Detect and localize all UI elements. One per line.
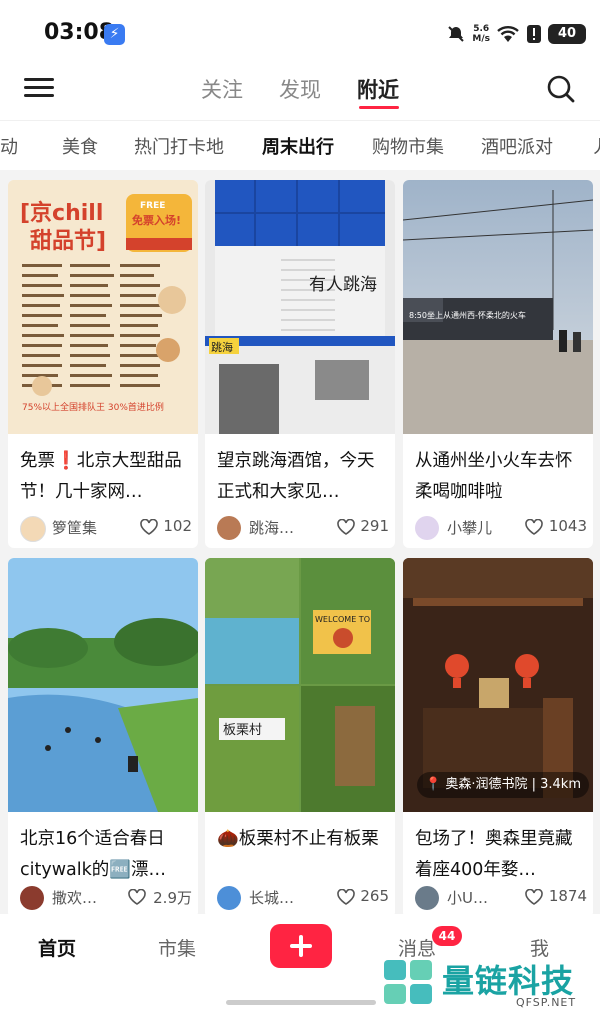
location-pin-icon: 📍 xyxy=(425,777,442,792)
home-indicator[interactable] xyxy=(226,1000,376,1005)
post-thumbnail[interactable]: 有人跳海 跳海 xyxy=(205,180,395,434)
watermark-subtext: QFSP.NET xyxy=(516,996,577,1009)
author-avatar[interactable] xyxy=(415,516,439,540)
like-count: 1043 xyxy=(548,517,587,535)
post-title[interactable]: 从通州坐小火车去怀柔喝咖啡啦 xyxy=(415,446,585,508)
post-footer: 小U… 1874 xyxy=(415,884,587,912)
svg-text:8:50坐上从通州西-怀柔北的火车: 8:50坐上从通州西-怀柔北的火车 xyxy=(409,310,526,320)
post-footer: 撒欢… 2.9万 xyxy=(20,884,192,912)
author-name[interactable]: 箩筐集 xyxy=(52,517,97,538)
svg-text:免票入场!: 免票入场! xyxy=(132,213,181,227)
tab-discover[interactable]: 发现 xyxy=(279,74,321,104)
post-card[interactable]: WELCOME TO 板栗村 🌰板栗村不止有板栗 长城… 265 xyxy=(205,558,395,914)
post-footer: 长城… 265 xyxy=(217,884,389,912)
author-name[interactable]: 长城… xyxy=(249,887,294,908)
location-name: 奥森·润德书院 xyxy=(445,777,528,792)
message-badge: 44 xyxy=(432,926,462,946)
nav-market[interactable]: 市集 xyxy=(158,934,196,961)
category-item[interactable]: 活动 xyxy=(0,133,18,159)
nav-home[interactable]: 首页 xyxy=(38,934,76,961)
svg-text:[京chill: [京chill xyxy=(20,200,103,226)
menu-icon[interactable] xyxy=(24,76,54,106)
category-item[interactable]: 热门打卡地 xyxy=(134,133,224,159)
svg-text:75%以上全国排队王 30%首进比例: 75%以上全国排队王 30%首进比例 xyxy=(22,401,164,413)
like-count: 265 xyxy=(360,887,389,905)
top-navigation: 关注 发现 附近 xyxy=(0,66,600,120)
svg-text:板栗村: 板栗村 xyxy=(223,723,262,738)
post-thumbnail[interactable]: WELCOME TO 板栗村 xyxy=(205,558,395,812)
author-avatar[interactable] xyxy=(20,886,44,910)
category-item[interactable]: 购物市集 xyxy=(372,133,444,159)
feed-grid: [京chill 甜品节] FREE 免票入场! 75%以上全国排队王 30%首进… xyxy=(0,170,600,914)
post-thumbnail[interactable] xyxy=(8,558,198,812)
alert-icon xyxy=(527,25,541,43)
publish-plus-button[interactable] xyxy=(270,924,332,968)
post-card[interactable]: 有人跳海 跳海 望京跳海酒馆，今天正式和大家见… 跳海… 291 xyxy=(205,180,395,548)
svg-text:有人跳海: 有人跳海 xyxy=(309,275,377,295)
category-bar: 活动 美食 热门打卡地 周末出行 购物市集 酒吧派对 丿 xyxy=(0,120,600,171)
location-distance: 3.4km xyxy=(540,777,581,792)
location-tag[interactable]: 📍 奥森·润德书院 | 3.4km xyxy=(417,772,589,798)
net-speed: 5.6 M/s xyxy=(472,24,490,44)
category-item[interactable]: 丿 xyxy=(590,133,600,159)
post-footer: 箩筐集 102 xyxy=(20,514,192,542)
svg-text:FREE: FREE xyxy=(140,201,165,211)
post-card[interactable]: 📍 奥森·润德书院 | 3.4km 包场了！奥森里竟藏着座400年婺… 小U… … xyxy=(403,558,593,914)
post-title[interactable]: 🌰板栗村不止有板栗 xyxy=(217,824,387,855)
tab-nearby[interactable]: 附近 xyxy=(357,74,399,104)
heart-icon[interactable] xyxy=(140,519,158,535)
heart-icon[interactable] xyxy=(337,519,355,535)
post-title[interactable]: 包场了！奥森里竟藏着座400年婺… xyxy=(415,824,585,886)
heart-icon[interactable] xyxy=(525,889,543,905)
post-title[interactable]: 免票❗北京大型甜品节！几十家网… xyxy=(20,446,190,508)
watermark: 量链科技 QFSP.NET xyxy=(376,954,598,1010)
post-footer: 小攀儿 1043 xyxy=(415,514,587,542)
like-count: 2.9万 xyxy=(153,889,192,907)
category-item-active[interactable]: 周末出行 xyxy=(262,133,334,159)
watermark-logo-icon xyxy=(384,960,432,1004)
post-card[interactable]: [京chill 甜品节] FREE 免票入场! 75%以上全国排队王 30%首进… xyxy=(8,180,198,548)
status-bar: 03:08 ⚡ 5.6 M/s 40 xyxy=(0,0,600,66)
category-item[interactable]: 美食 xyxy=(62,133,98,159)
author-avatar[interactable] xyxy=(20,516,46,542)
post-card[interactable]: 8:50坐上从通州西-怀柔北的火车 从通州坐小火车去怀柔喝咖啡啦 小攀儿 104… xyxy=(403,180,593,548)
post-card[interactable]: 北京16个适合春日citywalk的🆓漂… 撒欢… 2.9万 xyxy=(8,558,198,914)
svg-text:跳海: 跳海 xyxy=(211,340,233,354)
tab-following[interactable]: 关注 xyxy=(201,74,243,104)
post-footer: 跳海… 291 xyxy=(217,514,389,542)
heart-icon[interactable] xyxy=(128,889,146,905)
heart-icon[interactable] xyxy=(337,889,355,905)
like-count: 1874 xyxy=(548,887,587,905)
post-title[interactable]: 北京16个适合春日citywalk的🆓漂… xyxy=(20,824,190,886)
search-icon[interactable] xyxy=(546,74,576,104)
author-avatar[interactable] xyxy=(217,516,241,540)
mute-icon xyxy=(448,26,465,42)
heart-icon[interactable] xyxy=(525,519,543,535)
author-avatar[interactable] xyxy=(217,886,241,910)
author-name[interactable]: 撒欢… xyxy=(52,887,97,908)
app-notification-icon: ⚡ xyxy=(104,24,125,45)
author-name[interactable]: 小攀儿 xyxy=(447,517,492,538)
author-name[interactable]: 小U… xyxy=(447,887,488,908)
category-item[interactable]: 酒吧派对 xyxy=(481,133,553,159)
svg-text:WELCOME TO: WELCOME TO xyxy=(315,615,370,624)
post-thumbnail[interactable]: 8:50坐上从通州西-怀柔北的火车 xyxy=(403,180,593,434)
status-icons: 5.6 M/s 40 xyxy=(446,20,586,48)
wifi-icon xyxy=(497,26,519,42)
post-thumbnail[interactable]: 📍 奥森·润德书院 | 3.4km xyxy=(403,558,593,812)
active-tab-indicator xyxy=(359,106,399,109)
author-avatar[interactable] xyxy=(415,886,439,910)
author-name[interactable]: 跳海… xyxy=(249,517,294,538)
like-count: 291 xyxy=(360,517,389,535)
svg-text:甜品节]: 甜品节] xyxy=(30,228,106,254)
battery-indicator: 40 xyxy=(548,24,586,44)
like-count: 102 xyxy=(163,517,192,535)
post-thumbnail[interactable]: [京chill 甜品节] FREE 免票入场! 75%以上全国排队王 30%首进… xyxy=(8,180,198,434)
post-title[interactable]: 望京跳海酒馆，今天正式和大家见… xyxy=(217,446,387,508)
